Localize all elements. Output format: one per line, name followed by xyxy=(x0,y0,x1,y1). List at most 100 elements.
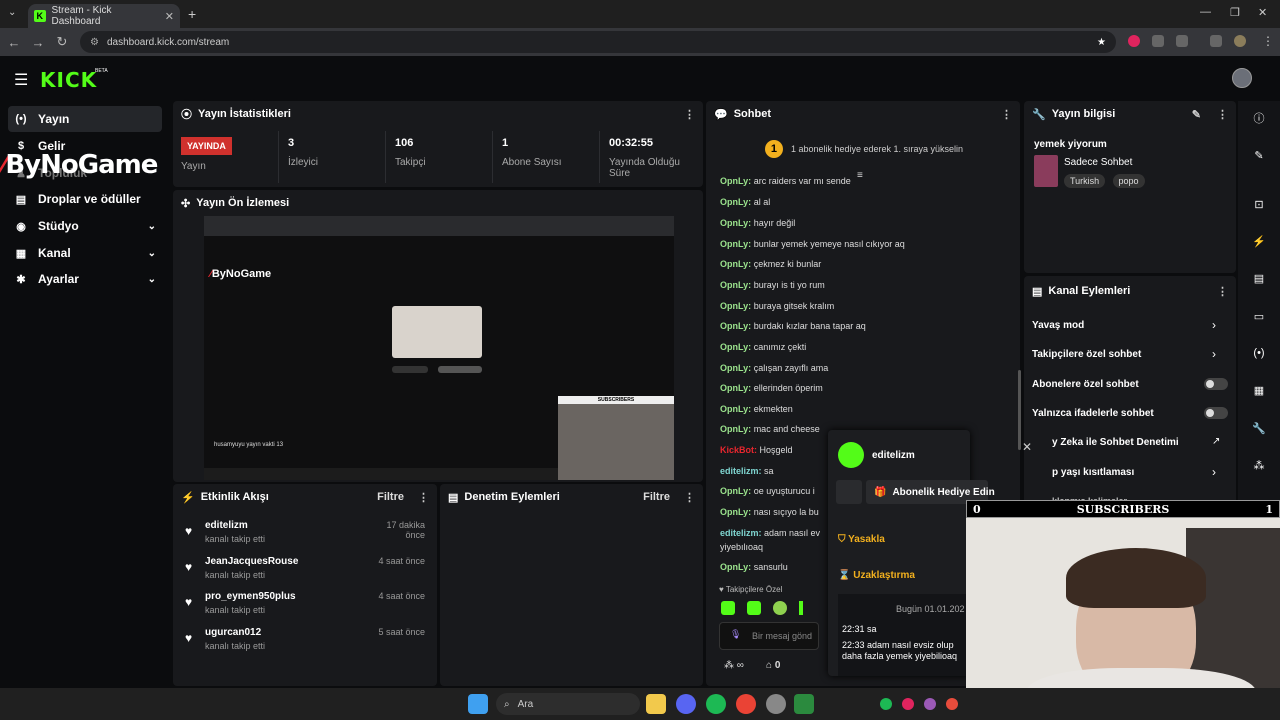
activity-user[interactable]: JeanJacquesRouse xyxy=(185,556,298,567)
tag-chip[interactable]: popo xyxy=(1112,174,1145,188)
user-avatar[interactable] xyxy=(1232,68,1252,88)
chat-shop-button[interactable]: ⌂ 0 xyxy=(766,660,780,671)
slow-mode-label[interactable]: Yavaş mod xyxy=(1032,320,1084,331)
chat-username[interactable]: OpnLy: xyxy=(720,321,751,331)
microphone-icon[interactable]: 🎙 xyxy=(730,629,741,640)
user-actions-button[interactable] xyxy=(836,480,862,504)
popup-username[interactable]: editelizm xyxy=(872,450,915,461)
discord-icon[interactable] xyxy=(676,694,696,714)
tray-feather-icon[interactable] xyxy=(924,698,936,710)
chat-username[interactable]: OpnLy: xyxy=(720,342,751,352)
forward-icon[interactable]: → xyxy=(26,35,50,50)
close-popup-icon[interactable]: ✕ xyxy=(1022,440,1032,454)
subscribers-only-toggle[interactable] xyxy=(1204,378,1228,390)
bookmark-star-icon[interactable]: ★ xyxy=(1097,37,1106,48)
age-restriction-label[interactable]: p yaşı kısıtlaması xyxy=(1052,467,1134,478)
extension-icon[interactable] xyxy=(1128,35,1140,47)
info-icon[interactable]: ⓘ xyxy=(1246,105,1272,131)
chrome-icon[interactable] xyxy=(736,694,756,714)
document-icon[interactable]: ▤ xyxy=(1246,265,1272,291)
timeout-button[interactable]: ⌛ Uzaklaştırma xyxy=(838,570,915,581)
window-close-icon[interactable]: ✕ xyxy=(1258,6,1267,19)
ban-button[interactable]: ⛉ Yasakla xyxy=(838,534,885,545)
reload-icon[interactable]: ↻ xyxy=(50,34,74,50)
stream-category[interactable]: Sadece Sohbet xyxy=(1064,157,1132,168)
chat-username[interactable]: OpnLy: xyxy=(720,301,751,311)
obs-icon[interactable] xyxy=(766,694,786,714)
chat-username[interactable]: OpnLy: xyxy=(720,404,751,414)
chat-username[interactable]: OpnLy: xyxy=(720,486,751,496)
kebab-menu-icon[interactable]: ⋮ xyxy=(1001,108,1012,121)
chat-username[interactable]: OpnLy: xyxy=(720,280,751,290)
kebab-menu-icon[interactable]: ⋮ xyxy=(684,491,695,504)
emote-icon[interactable] xyxy=(773,601,787,615)
activity-filter-button[interactable]: Filtre xyxy=(377,491,404,503)
chat-message-input[interactable]: 🎙 Bir mesaj gönd xyxy=(719,622,819,650)
followers-only-chat-label[interactable]: Takipçilere özel sohbet xyxy=(1032,349,1141,360)
close-tab-icon[interactable]: ✕ xyxy=(165,10,174,23)
chat-scrollbar[interactable] xyxy=(1018,370,1021,450)
new-tab-button[interactable]: + xyxy=(188,6,196,22)
browser-tab[interactable]: K Stream - Kick Dashboard ✕ xyxy=(28,4,180,28)
chat-username[interactable]: OpnLy: xyxy=(720,197,751,207)
chat-username[interactable]: OpnLy: xyxy=(720,424,751,434)
moderation-filter-button[interactable]: Filtre xyxy=(643,491,670,503)
extensions-puzzle-icon[interactable] xyxy=(1176,35,1188,47)
chat-username[interactable]: OpnLy: xyxy=(720,239,751,249)
chat-username[interactable]: KickBot: xyxy=(720,445,757,455)
chat-username[interactable]: OpnLy: xyxy=(720,507,751,517)
chevron-right-icon[interactable]: › xyxy=(1212,465,1216,479)
hamburger-menu-icon[interactable]: ☰ xyxy=(14,70,28,90)
layout-icon[interactable]: ▦ xyxy=(1246,377,1272,403)
chat-username[interactable]: OpnLy: xyxy=(720,259,751,269)
tag-chip[interactable]: Turkish xyxy=(1064,174,1106,188)
activity-user[interactable]: ugurcan012 xyxy=(185,627,265,638)
chevron-right-icon[interactable]: › xyxy=(1212,318,1216,332)
ai-moderation-label[interactable]: y Zeka ile Sohbet Denetimi xyxy=(1052,437,1179,448)
activity-user[interactable]: editelizm xyxy=(185,520,265,531)
kebab-menu-icon[interactable]: ⋮ xyxy=(1217,108,1228,121)
tray-app-icon[interactable] xyxy=(902,698,914,710)
translate-icon[interactable] xyxy=(1152,35,1164,47)
sidebar-item-yayin[interactable]: (•) Yayın xyxy=(8,106,162,132)
wrench-tool-icon[interactable]: 🔧 xyxy=(1246,415,1272,441)
taskbar-search[interactable]: ⌕ Ara xyxy=(496,693,640,715)
tab-search-chevron-icon[interactable]: ⌄ xyxy=(8,7,16,18)
chat-username[interactable]: editelizm: xyxy=(720,466,762,476)
emote-icon[interactable] xyxy=(799,601,803,615)
emote-icon[interactable] xyxy=(721,601,735,615)
focus-icon[interactable]: ⊡ xyxy=(1246,191,1272,217)
minimize-icon[interactable]: — xyxy=(1200,6,1211,18)
windows-start-icon[interactable] xyxy=(468,694,488,714)
tray-mic-icon[interactable] xyxy=(946,698,958,710)
sidebar-item-droplar[interactable]: ▤ Droplar ve ödüller xyxy=(8,186,162,212)
chat-points-button[interactable]: ⁂ ∞ xyxy=(724,660,744,671)
chevron-right-icon[interactable]: › xyxy=(1212,347,1216,361)
kebab-menu-icon[interactable]: ⋮ xyxy=(684,108,695,121)
chat-username[interactable]: editelizm: xyxy=(720,528,762,538)
edit-pencil-icon[interactable]: ✎ xyxy=(1192,108,1201,121)
sidebar-item-ayarlar[interactable]: ✱ Ayarlar ⌄ xyxy=(8,266,162,292)
profile-icon[interactable] xyxy=(1234,35,1246,47)
chat-username[interactable]: OpnLy: xyxy=(720,218,751,228)
back-icon[interactable]: ← xyxy=(2,35,26,50)
kebab-menu-icon[interactable]: ⋮ xyxy=(1217,285,1228,298)
browser-menu-icon[interactable]: ⋮ xyxy=(1262,34,1274,48)
sidebar-item-studyo[interactable]: ◉ Stüdyo ⌄ xyxy=(8,213,162,239)
minecraft-icon[interactable] xyxy=(794,694,814,714)
chat-tool-icon[interactable]: ▭ xyxy=(1246,303,1272,329)
points-tool-icon[interactable]: ⁂ xyxy=(1246,452,1272,478)
maximize-icon[interactable]: ❐ xyxy=(1230,6,1240,19)
broadcast-tool-icon[interactable]: (•) xyxy=(1246,340,1272,366)
kebab-menu-icon[interactable]: ⋮ xyxy=(418,491,429,504)
site-info-icon[interactable]: ⚙ xyxy=(90,37,99,48)
pencil-icon[interactable]: ✎ xyxy=(1246,142,1272,168)
activity-user[interactable]: pro_eymen950plus xyxy=(185,591,296,602)
emote-icon[interactable] xyxy=(747,601,761,615)
chat-username[interactable]: OpnLy: xyxy=(720,176,751,186)
reading-list-icon[interactable] xyxy=(1210,35,1222,47)
kick-logo[interactable]: KICK xyxy=(40,68,97,92)
url-field[interactable]: ⚙ dashboard.kick.com/stream ★ xyxy=(80,31,1116,53)
lightning-tool-icon[interactable]: ⚡ xyxy=(1246,228,1272,254)
chat-username[interactable]: OpnLy: xyxy=(720,363,751,373)
